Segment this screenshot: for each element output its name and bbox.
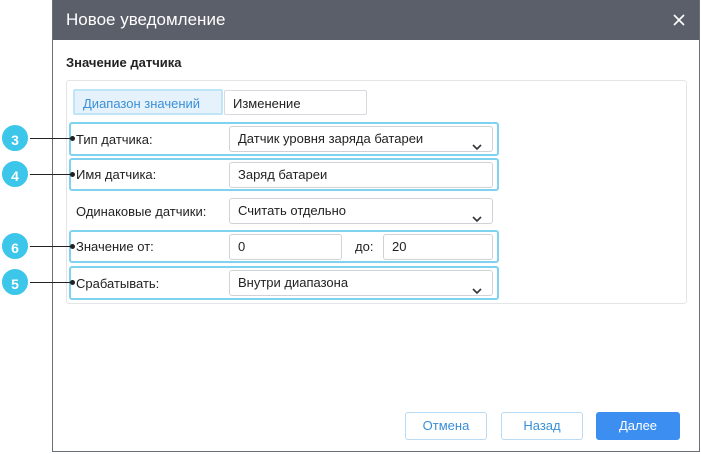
tab-value-change[interactable]: Изменение значения xyxy=(224,90,367,137)
value-to-input[interactable]: 20 xyxy=(383,234,493,260)
dialog-title: Новое уведомление xyxy=(66,10,226,29)
leader-dot xyxy=(70,172,75,177)
same-sensors-label: Одинаковые датчики: xyxy=(76,204,207,219)
leader-dot xyxy=(70,136,75,141)
chevron-down-icon xyxy=(472,207,482,223)
section-title: Значение датчика xyxy=(66,55,182,70)
annotation-badge-5: 5 xyxy=(0,267,30,297)
annotation-badge-4: 4 xyxy=(0,159,30,189)
same-sensors-select[interactable]: Считать отдельно xyxy=(229,198,493,224)
sensor-type-label: Тип датчика: xyxy=(76,132,153,147)
chevron-down-icon xyxy=(472,135,482,151)
value-from-value: 0 xyxy=(238,239,246,254)
sensor-name-label: Имя датчика: xyxy=(76,167,157,182)
sensor-name-value: Заряд батареи xyxy=(238,167,328,182)
chevron-down-icon xyxy=(472,279,482,295)
cancel-button[interactable]: Отмена xyxy=(405,412,487,440)
back-button[interactable]: Назад xyxy=(501,412,583,440)
value-to-value: 20 xyxy=(392,239,407,254)
sensor-type-select[interactable]: Датчик уровня заряда батареи xyxy=(229,126,493,152)
trigger-select[interactable]: Внутри диапазона xyxy=(229,270,493,296)
value-from-input[interactable]: 0 xyxy=(229,234,342,260)
sensor-value-panel: Диапазон значений Изменение значения Тип… xyxy=(66,80,687,304)
sensor-name-input[interactable]: Заряд батареи xyxy=(229,162,493,188)
sensor-type-value: Датчик уровня заряда батареи xyxy=(238,131,424,146)
value-to-label: до: xyxy=(355,239,374,254)
leader-dot xyxy=(70,244,75,249)
close-icon[interactable] xyxy=(669,10,689,30)
leader-line xyxy=(28,174,72,175)
leader-line xyxy=(28,246,72,247)
next-button[interactable]: Далее xyxy=(596,412,680,440)
new-notification-dialog: Новое уведомление Значение датчика Диапа… xyxy=(52,0,700,452)
same-sensors-value: Считать отдельно xyxy=(238,203,346,218)
leader-dot xyxy=(70,280,75,285)
leader-line xyxy=(28,138,72,139)
dialog-titlebar: Новое уведомление xyxy=(53,0,699,40)
value-from-label: Значение от: xyxy=(76,239,154,254)
annotation-badge-6: 6 xyxy=(0,231,30,261)
trigger-value: Внутри диапазона xyxy=(238,275,349,290)
leader-line xyxy=(28,282,72,283)
tab-value-range[interactable]: Диапазон значений xyxy=(73,89,223,115)
trigger-label: Срабатывать: xyxy=(76,276,160,291)
annotation-badge-3: 3 xyxy=(0,123,30,153)
